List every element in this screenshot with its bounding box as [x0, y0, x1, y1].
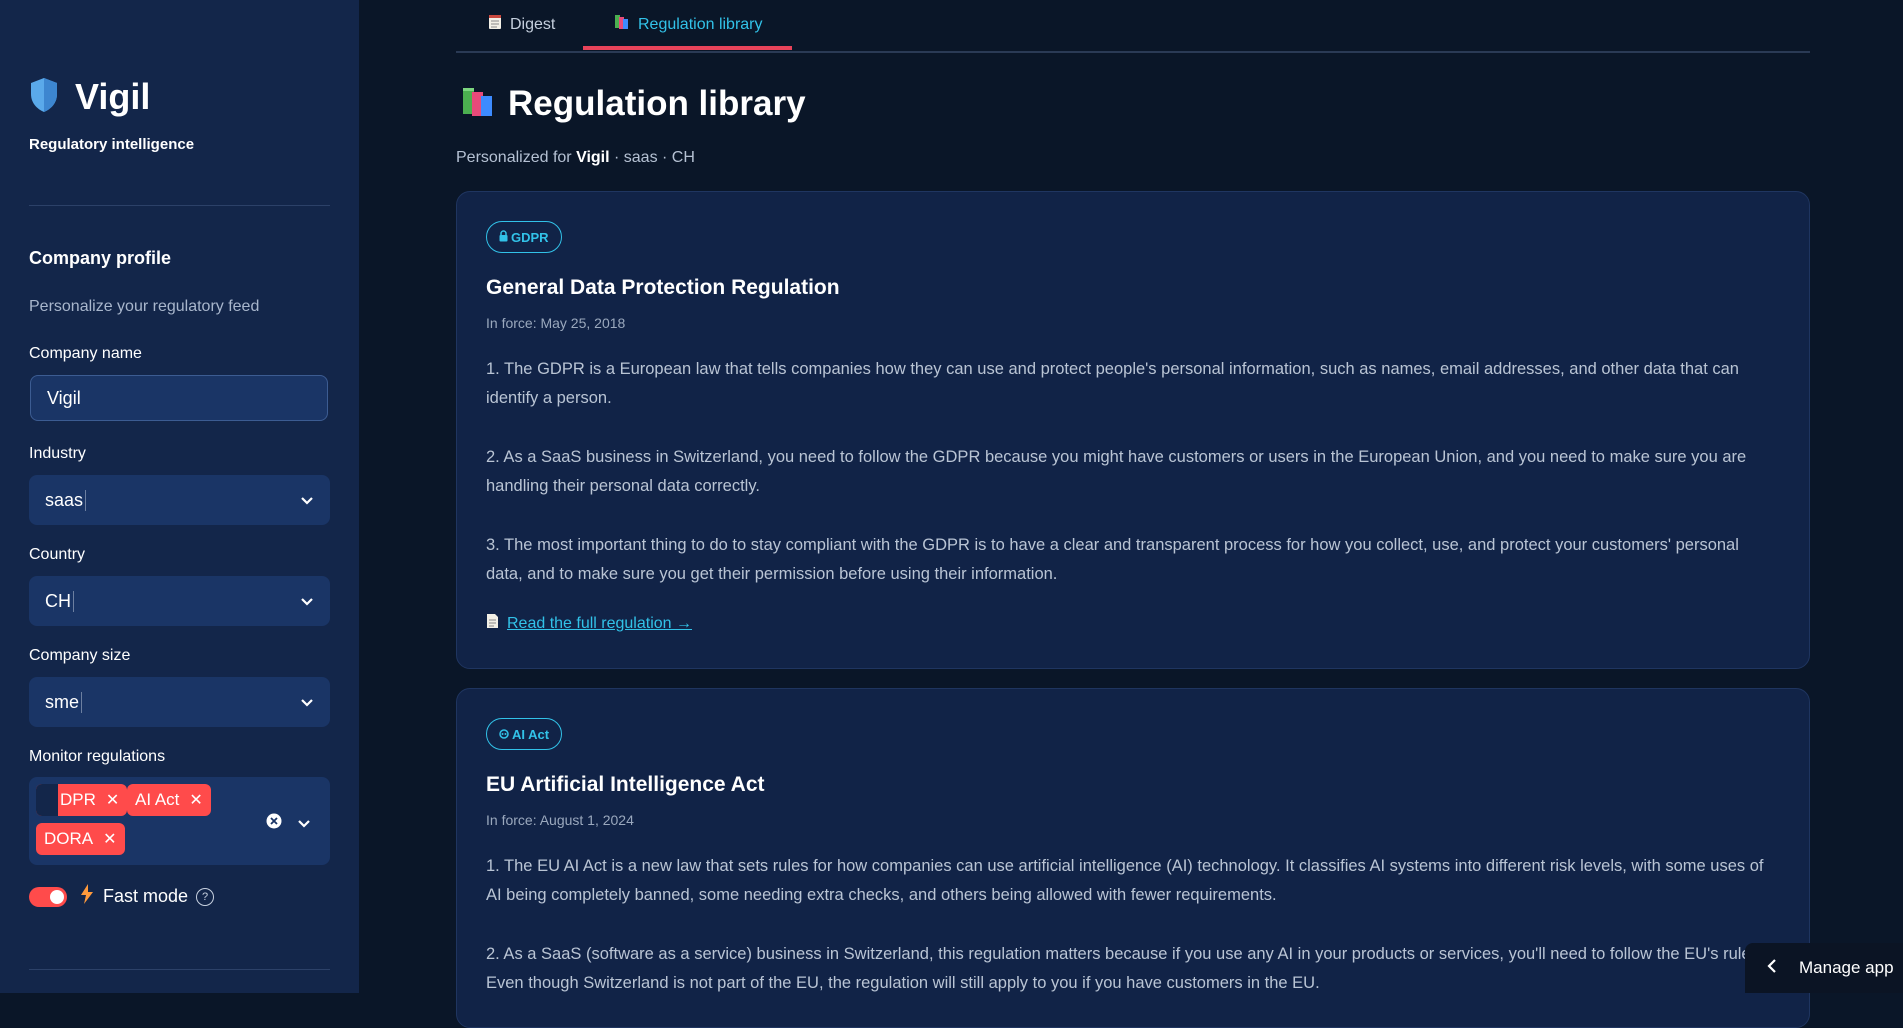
sidebar-divider [29, 205, 330, 206]
personalized-suffix: · saas · CH [609, 149, 695, 166]
tag-ai-act-label: AI Act [135, 790, 180, 809]
page-title-text: Regulation library [508, 84, 806, 123]
in-force-date: In force: August 1, 2024 [486, 812, 634, 828]
in-force-date: In force: May 25, 2018 [486, 315, 626, 331]
company-profile-caption: Personalize your regulatory feed [29, 298, 260, 315]
regulation-title: EU Artificial Intelligence Act [486, 773, 765, 796]
regulation-point-1: 1. The EU AI Act is a new law that sets … [486, 857, 1764, 904]
page-title: Regulation library [462, 84, 806, 124]
company-name-label: Company name [29, 345, 142, 362]
brand-subtitle: Regulatory intelligence [29, 136, 195, 153]
lock-icon [499, 229, 508, 245]
manage-app-label: Manage app [1799, 958, 1894, 977]
country-select[interactable]: CH [29, 576, 330, 626]
tag-dora-label: DORA [44, 829, 94, 848]
chevron-down-icon [300, 490, 314, 511]
read-full-regulation-link[interactable]: Read the full regulation → [486, 613, 692, 634]
lightning-icon [81, 884, 93, 909]
books-icon [462, 86, 496, 123]
sidebar: Vigil Regulatory intelligence Company pr… [0, 0, 359, 993]
badge-ai-act-label: AI Act [512, 726, 550, 742]
chevron-down-icon [300, 591, 314, 612]
company-name-input[interactable] [30, 375, 328, 421]
regulation-title: General Data Protection Regulation [486, 276, 840, 299]
fast-mode-toggle[interactable] [29, 886, 67, 907]
fast-mode-row: Fast mode ? [29, 884, 215, 909]
company-size-value: sme [45, 691, 83, 713]
document-icon [486, 613, 499, 634]
industry-value: saas [45, 489, 87, 511]
books-icon [614, 14, 630, 35]
chevron-down-icon [300, 692, 314, 713]
manage-app-button[interactable]: Manage app [1745, 943, 1903, 993]
tab-digest[interactable]: Digest [488, 14, 555, 35]
robot-icon [499, 727, 509, 742]
country-label: Country [29, 546, 86, 563]
regulation-card-gdpr: GDPR General Data Protection Regulation … [456, 191, 1810, 669]
help-icon[interactable]: ? [196, 887, 215, 906]
regulation-point-2: 2. As a SaaS (software as a service) bus… [486, 945, 1764, 992]
notepad-icon [488, 14, 502, 35]
tab-digest-label: Digest [510, 15, 556, 33]
tab-regulation-library-label: Regulation library [638, 15, 763, 33]
regulation-card-ai-act: AI Act EU Artificial Intelligence Act In… [456, 688, 1810, 1028]
regulation-point-1: 1. The GDPR is a European law that tells… [486, 360, 1739, 407]
badge-ai-act: AI Act [486, 718, 563, 750]
regulation-point-3: 3. The most important thing to do to sta… [486, 536, 1739, 583]
brand-name: Vigil [75, 76, 151, 117]
chevron-left-icon [1767, 957, 1777, 980]
personalized-company: Vigil [576, 149, 610, 166]
personalized-prefix: Personalized for [456, 149, 577, 166]
remove-tag-dora-icon[interactable]: ✕ [103, 829, 116, 849]
monitor-regulations-multiselect[interactable]: DPR ✕ AI Act ✕ DORA ✕ [29, 777, 330, 865]
country-value: CH [45, 590, 74, 612]
badge-gdpr-label: GDPR [511, 229, 549, 245]
industry-select[interactable]: saas [29, 475, 330, 525]
company-size-label: Company size [29, 647, 131, 664]
brand: Vigil [29, 76, 150, 118]
monitor-regulations-label: Monitor regulations [29, 748, 166, 765]
read-full-regulation-label: Read the full regulation → [507, 614, 692, 632]
tab-regulation-library[interactable]: Regulation library [614, 14, 763, 35]
company-profile-heading: Company profile [29, 248, 172, 268]
industry-label: Industry [29, 445, 86, 462]
tag-ai-act: AI Act ✕ [127, 784, 211, 816]
tag-gdpr-label: DPR [60, 790, 96, 809]
personalized-caption: Personalized for Vigil · saas · CH [456, 149, 695, 167]
active-tab-indicator [583, 46, 792, 50]
regulation-point-2: 2. As a SaaS business in Switzerland, yo… [486, 448, 1747, 495]
tag-dora: DORA ✕ [36, 823, 125, 855]
tag-overlay [36, 784, 58, 816]
chevron-down-icon[interactable] [297, 816, 311, 834]
badge-gdpr: GDPR [486, 221, 562, 253]
clear-all-icon[interactable] [266, 813, 282, 834]
sidebar-divider-bottom [29, 969, 330, 970]
shield-icon [29, 77, 59, 118]
company-size-select[interactable]: sme [29, 677, 330, 727]
fast-mode-label: Fast mode [103, 886, 189, 906]
remove-tag-gdpr-icon[interactable]: ✕ [106, 790, 119, 810]
remove-tag-ai-act-icon[interactable]: ✕ [189, 790, 202, 810]
